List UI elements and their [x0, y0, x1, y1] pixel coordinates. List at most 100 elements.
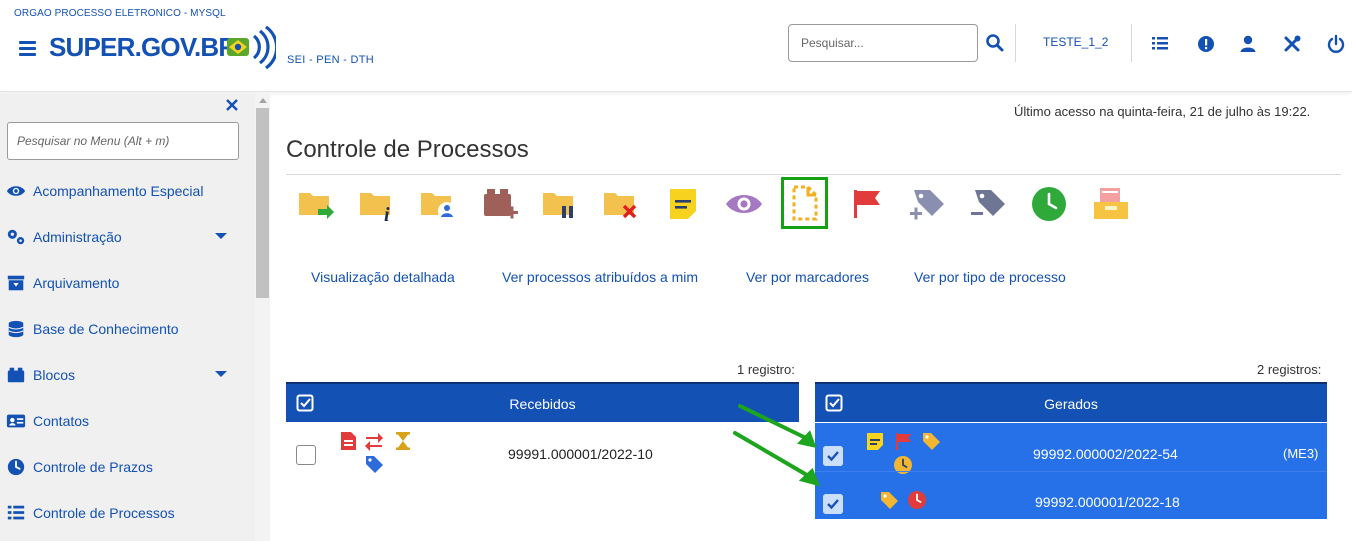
follow-process-button[interactable]: [724, 184, 764, 224]
received-count: 1 registro:: [737, 362, 795, 377]
archive-icon: [7, 275, 25, 291]
detailed-view-link[interactable]: Visualização detalhada: [311, 269, 455, 285]
sidebar-item-label: Blocos: [33, 367, 76, 383]
by-process-type-link[interactable]: Ver por tipo de processo: [914, 269, 1066, 285]
sidebar-item-label: Administração: [33, 229, 122, 245]
assign-process-button[interactable]: [418, 184, 458, 224]
deadline-control-button[interactable]: [1029, 184, 1069, 224]
sidebar-item-contatos[interactable]: Contatos: [0, 403, 250, 439]
sidebar-item-label: Acompanhamento Especial: [33, 183, 204, 199]
chevron-down-icon[interactable]: [215, 371, 227, 377]
gears-icon: [7, 229, 25, 245]
menu-search-input[interactable]: [7, 122, 239, 160]
suspend-process-button[interactable]: [540, 184, 580, 224]
flag-icon: [896, 433, 911, 450]
marker-tag-icon: [881, 492, 898, 509]
sidebar-item-blocos[interactable]: Blocos: [0, 357, 250, 393]
process-number-link[interactable]: 99992.000002/2022-54: [1033, 446, 1178, 462]
assigned-to-me-link[interactable]: Ver processos atribuídos a mim: [502, 269, 698, 285]
row-checkbox-checked-icon[interactable]: [823, 494, 843, 514]
assign-process-icon: [421, 193, 456, 220]
deadline-clock-icon: [1032, 187, 1066, 221]
remove-marker-button[interactable]: [969, 184, 1009, 224]
eye-icon: [6, 186, 26, 196]
process-info-icon: i: [360, 193, 390, 224]
sidebar-item-arquivamento[interactable]: Arquivamento: [0, 265, 250, 301]
add-to-block-button[interactable]: [480, 184, 520, 224]
add-to-block-icon: [484, 189, 518, 219]
page-title: Controle de Processos: [286, 136, 529, 163]
send-process-button[interactable]: [296, 184, 336, 224]
subsystem-label: SEI - PEN - DTH: [287, 54, 375, 66]
flag-button[interactable]: [847, 184, 887, 224]
sidebar-item-administracao[interactable]: Administração: [0, 219, 250, 255]
hourglass-icon: [396, 432, 410, 450]
process-number-link[interactable]: 99991.000001/2022-10: [508, 446, 653, 462]
sidebar: Acompanhamento Especial Administração Ar…: [0, 93, 270, 541]
user-icon[interactable]: [1238, 34, 1258, 54]
annotation-button[interactable]: [663, 184, 703, 224]
list-icon: [7, 505, 25, 520]
process-note: (ME3): [1283, 446, 1319, 461]
header-divider: [1131, 24, 1132, 62]
scroll-up-arrow-icon[interactable]: [259, 98, 267, 103]
close-icon[interactable]: [224, 97, 240, 113]
sidebar-scroll-thumb[interactable]: [256, 108, 269, 298]
add-marker-button[interactable]: [908, 184, 948, 224]
logo-mark-icon: [227, 26, 276, 70]
sidebar-item-acompanhamento[interactable]: Acompanhamento Especial: [0, 173, 250, 209]
sidebar-item-label: Base de Conhecimento: [33, 321, 179, 337]
sidebar-item-label: Controle de Prazos: [33, 459, 153, 475]
row-checkbox[interactable]: [296, 445, 316, 465]
blocks-icon: [7, 367, 25, 383]
add-marker-icon: [910, 190, 944, 220]
global-search-input[interactable]: [788, 24, 978, 62]
chevron-down-icon[interactable]: [215, 233, 227, 239]
by-marker-link[interactable]: Ver por marcadores: [746, 269, 869, 285]
clock-icon: [7, 458, 25, 476]
sidebar-item-base-conhecimento[interactable]: Base de Conhecimento: [0, 311, 250, 347]
power-icon[interactable]: [1326, 34, 1346, 54]
received-table-header: Recebidos: [286, 382, 799, 422]
table-row[interactable]: 99992.000001/2022-18: [815, 471, 1327, 519]
menu-lines-icon[interactable]: [1150, 34, 1170, 54]
conclude-process-icon: [604, 193, 637, 219]
document-alert-icon: [341, 432, 356, 450]
conclude-process-button[interactable]: [601, 184, 641, 224]
contact-card-icon: [6, 414, 26, 428]
generated-table-header: Gerados: [815, 382, 1327, 422]
tools-icon[interactable]: [1282, 34, 1302, 54]
suspend-process-icon: [543, 193, 573, 218]
overdue-clock-icon: [908, 491, 926, 509]
top-header: ORGAO PROCESSO ELETRONICO - MYSQL SUPER.…: [0, 0, 1352, 92]
organization-name: ORGAO PROCESSO ELETRONICO - MYSQL: [14, 8, 226, 19]
transfer-arrows-icon: [365, 433, 383, 451]
table-row[interactable]: 99992.000002/2022-54 (ME3): [815, 423, 1327, 474]
marker-tag-icon: [923, 433, 940, 450]
sidebar-item-controle-prazos[interactable]: Controle de Prazos: [0, 449, 250, 485]
generate-document-button[interactable]: [781, 177, 828, 229]
header-divider: [1015, 24, 1016, 62]
database-icon: [8, 320, 24, 338]
green-arrow-icon: [733, 431, 821, 487]
archive-box-button[interactable]: [1091, 184, 1131, 224]
super-gov-logo[interactable]: SUPER.GOV.BR: [49, 32, 237, 63]
process-info-button[interactable]: i: [357, 184, 397, 224]
sidebar-item-label: Contatos: [33, 413, 90, 429]
last-access-text: Último acesso na quinta-feira, 21 de jul…: [1014, 104, 1311, 119]
flag-icon: [854, 190, 880, 218]
hamburger-menu-icon[interactable]: [19, 41, 36, 56]
process-number-link[interactable]: 99992.000001/2022-18: [1035, 494, 1180, 510]
sidebar-item-label: Controle de Processos: [33, 505, 175, 521]
sidebar-item-controle-processos[interactable]: Controle de Processos: [0, 495, 250, 531]
send-process-icon: [299, 193, 334, 219]
received-column-label: Recebidos: [509, 396, 576, 412]
generated-table-body: 99992.000002/2022-54 (ME3) 99992.000001/…: [815, 423, 1327, 519]
search-icon[interactable]: [985, 33, 1005, 53]
row-checkbox-checked-icon[interactable]: [823, 446, 843, 466]
unit-selector-link[interactable]: TESTE_1_2: [1043, 35, 1108, 49]
alert-icon[interactable]: [1196, 34, 1216, 54]
svg-text:i: i: [384, 204, 390, 224]
generated-column-label: Gerados: [1044, 396, 1098, 412]
remove-marker-icon: [971, 190, 1005, 216]
